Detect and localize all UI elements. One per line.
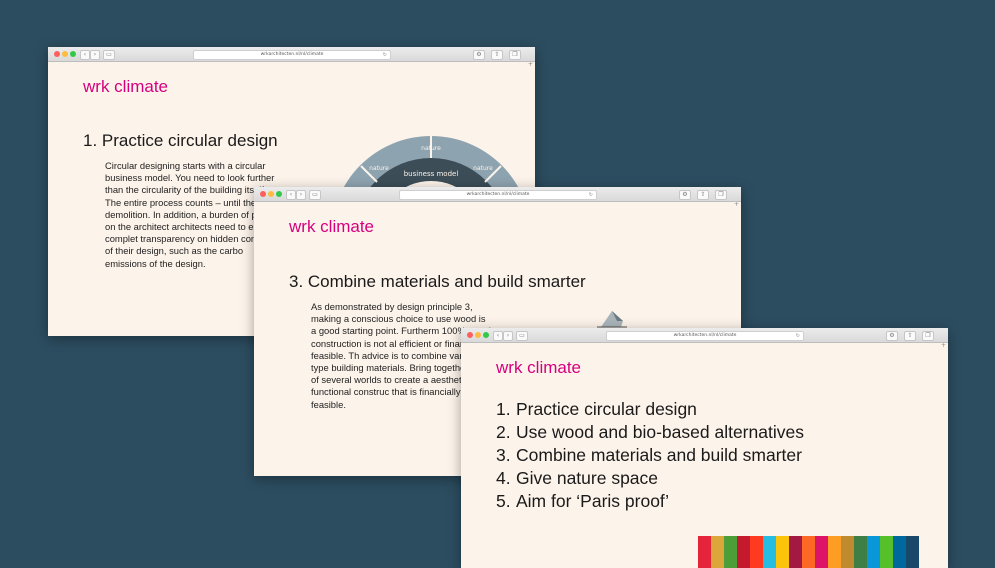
site-logo[interactable]: wrk climate [83,77,168,97]
site-logo[interactable]: wrk climate [289,217,374,237]
list-item[interactable]: 2. Use wood and bio-based alternatives [496,421,804,444]
tabs-icon[interactable]: ❐ [715,190,727,200]
sdg-strip-15 [880,536,893,568]
back-chevron-icon[interactable]: ‹ [493,331,503,341]
diagram-inner-label: business model [404,170,459,178]
maximize-button[interactable] [483,332,489,338]
url-text: wrkarchitecten.nl/nl/climate [466,192,530,197]
reload-icon[interactable]: ↻ [383,51,387,59]
tabs-icon[interactable]: ❐ [509,50,521,60]
sdg-strip-4 [737,536,750,568]
sidebar-icon[interactable]: ▭ [103,50,115,60]
diagram-outer-label: nature [421,145,441,152]
list-item[interactable]: 1. Practice circular design [496,398,804,421]
extension-icon[interactable]: ⚙ [886,331,898,341]
list-item-text: Combine materials and build smarter [516,445,802,465]
sdg-strip-14 [867,536,880,568]
sdg-color-strips [698,536,919,568]
list-item-number: 5. [496,491,511,511]
address-bar[interactable]: wrkarchitecten.nl/nl/climate ↻ [399,190,597,200]
diagram-left-label: nature [369,165,389,172]
close-button[interactable] [54,51,60,57]
address-bar[interactable]: wrkarchitecten.nl/nl/climate ↻ [193,50,391,60]
share-icon[interactable]: ⇧ [491,50,503,60]
address-bar[interactable]: wrkarchitecten.nl/nl/climate ↻ [606,331,804,341]
sdg-strip-5 [750,536,763,568]
minimize-button[interactable] [475,332,481,338]
browser-toolbar: ‹ › ▭ wrkarchitecten.nl/nl/climate ↻ ⚙ ⇧ … [48,47,535,62]
sdg-strip-17 [906,536,919,568]
sdg-strip-16 [893,536,906,568]
browser-window-3: ‹ › ▭ wrkarchitecten.nl/nl/climate ↻ ⚙ ⇧ … [461,328,948,568]
close-button[interactable] [467,332,473,338]
back-chevron-icon[interactable]: ‹ [286,190,296,200]
browser-toolbar: ‹ › ▭ wrkarchitecten.nl/nl/climate ↻ ⚙ ⇧ … [254,187,741,202]
list-item-number: 1. [496,399,511,419]
new-tab-icon[interactable]: + [734,201,739,208]
sidebar-icon[interactable]: ▭ [516,331,528,341]
list-item[interactable]: 3. Combine materials and build smarter [496,444,804,467]
reload-icon[interactable]: ↻ [589,191,593,199]
list-item[interactable]: 4. Give nature space [496,467,804,490]
principles-list: 1. Practice circular design 2. Use wood an… [496,398,804,513]
sdg-strip-3 [724,536,737,568]
browser-toolbar: ‹ › ▭ wrkarchitecten.nl/nl/climate ↻ ⚙ ⇧ … [461,328,948,343]
maximize-button[interactable] [276,191,282,197]
forward-chevron-icon[interactable]: › [90,50,100,60]
minimize-button[interactable] [62,51,68,57]
sdg-strip-13 [854,536,867,568]
tabs-icon[interactable]: ❐ [922,331,934,341]
list-item-text: Give nature space [516,468,659,488]
close-button[interactable] [260,191,266,197]
sdg-strip-8 [789,536,802,568]
new-tab-icon[interactable]: + [528,61,533,68]
list-item-text: Use wood and bio-based alternatives [516,422,804,442]
list-item-text: Practice circular design [516,399,697,419]
list-item-number: 3. [496,445,511,465]
sdg-strip-7 [776,536,789,568]
list-item-number: 2. [496,422,511,442]
extension-icon[interactable]: ⚙ [679,190,691,200]
maximize-button[interactable] [70,51,76,57]
sdg-strip-10 [815,536,828,568]
sdg-strip-2 [711,536,724,568]
sdg-strip-11 [828,536,841,568]
building-sketch-image [597,311,627,328]
url-text: wrkarchitecten.nl/nl/climate [260,52,324,57]
sdg-strip-6 [763,536,776,568]
minimize-button[interactable] [268,191,274,197]
reload-icon[interactable]: ↻ [796,332,800,340]
sdg-strip-1 [698,536,711,568]
sdg-strip-12 [841,536,854,568]
new-tab-icon[interactable]: + [941,342,946,349]
url-text: wrkarchitecten.nl/nl/climate [673,333,737,338]
principle-heading: 1. Practice circular design [83,131,278,150]
extension-icon[interactable]: ⚙ [473,50,485,60]
sidebar-icon[interactable]: ▭ [309,190,321,200]
share-icon[interactable]: ⇧ [697,190,709,200]
forward-chevron-icon[interactable]: › [296,190,306,200]
back-chevron-icon[interactable]: ‹ [80,50,90,60]
forward-chevron-icon[interactable]: › [503,331,513,341]
list-item[interactable]: 5. Aim for ‘Paris proof’ [496,490,804,513]
site-logo[interactable]: wrk climate [496,358,581,378]
list-item-text: Aim for ‘Paris proof’ [516,491,669,511]
list-item-number: 4. [496,468,511,488]
sdg-strip-9 [802,536,815,568]
principle-heading: 3. Combine materials and build smarter [289,272,586,291]
share-icon[interactable]: ⇧ [904,331,916,341]
diagram-right-label: nature [473,165,493,172]
